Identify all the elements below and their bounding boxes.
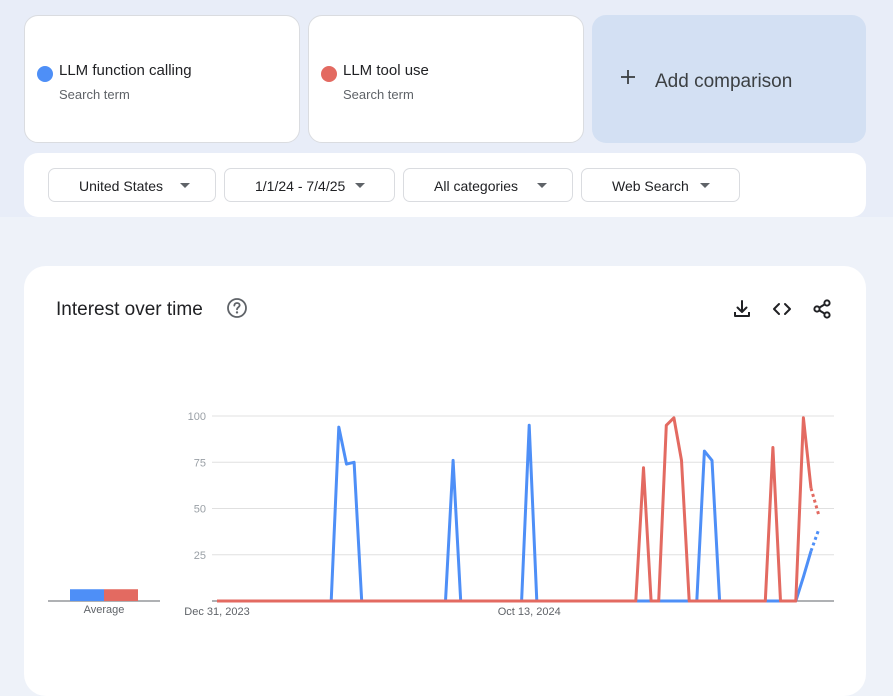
y-tick-label: 100 — [188, 411, 206, 423]
chevron-down-icon — [537, 183, 547, 188]
interest-line-chart: 25 50 75 100 Dec 31, 2023 Oct 13, 2024 — [184, 411, 834, 618]
series-partial-segment-2 — [809, 487, 821, 517]
average-label: Average — [83, 604, 125, 616]
search-term-type: Search term — [343, 87, 414, 102]
average-bar-1 — [70, 589, 104, 601]
category-dropdown[interactable]: All categories — [403, 168, 573, 202]
series-line-1 — [217, 423, 813, 603]
average-bar-chart — [48, 589, 160, 602]
series-line-2 — [217, 416, 813, 603]
chevron-down-icon — [180, 183, 190, 188]
plus-icon — [621, 70, 635, 84]
filter-bar: United States 1/1/24 - 7/4/25 All catego… — [24, 153, 866, 217]
date-range-value: 1/1/24 - 7/4/25 — [255, 178, 346, 194]
series-color-dot — [321, 66, 337, 82]
y-tick-label: 25 — [194, 550, 206, 562]
add-comparison-button[interactable]: Add comparison — [592, 15, 866, 143]
embed-code-icon[interactable] — [771, 298, 793, 320]
x-tick-label: Dec 31, 2023 — [184, 606, 249, 618]
y-tick-label: 50 — [194, 504, 206, 516]
y-tick-label: 75 — [194, 457, 206, 469]
share-icon[interactable] — [811, 298, 833, 320]
download-icon[interactable] — [731, 298, 753, 320]
search-type-value: Web Search — [612, 178, 689, 194]
search-term-name: LLM function calling — [59, 62, 192, 79]
average-bar-2 — [104, 589, 138, 601]
chevron-down-icon — [700, 183, 710, 188]
search-term-type: Search term — [59, 87, 130, 102]
panel-title: Interest over time — [56, 299, 203, 320]
search-type-dropdown[interactable]: Web Search — [581, 168, 740, 202]
help-icon[interactable] — [226, 297, 248, 319]
date-range-dropdown[interactable]: 1/1/24 - 7/4/25 — [224, 168, 395, 202]
region-value: United States — [79, 178, 164, 194]
series-color-dot — [37, 66, 53, 82]
search-term-card-1[interactable]: LLM function calling Search term — [24, 15, 300, 143]
search-term-name: LLM tool use — [343, 62, 429, 79]
search-term-card-2[interactable]: LLM tool use Search term — [308, 15, 584, 143]
add-comparison-label: Add comparison — [655, 71, 793, 92]
interest-over-time-panel: Interest over time Average 25 50 75 100 Dec … — [24, 266, 866, 696]
x-tick-label: Oct 13, 2024 — [498, 606, 561, 618]
region-dropdown[interactable]: United States — [48, 168, 216, 202]
chevron-down-icon — [355, 183, 365, 188]
series-partial-segment-1 — [809, 528, 821, 552]
category-value: All categories — [434, 178, 519, 194]
